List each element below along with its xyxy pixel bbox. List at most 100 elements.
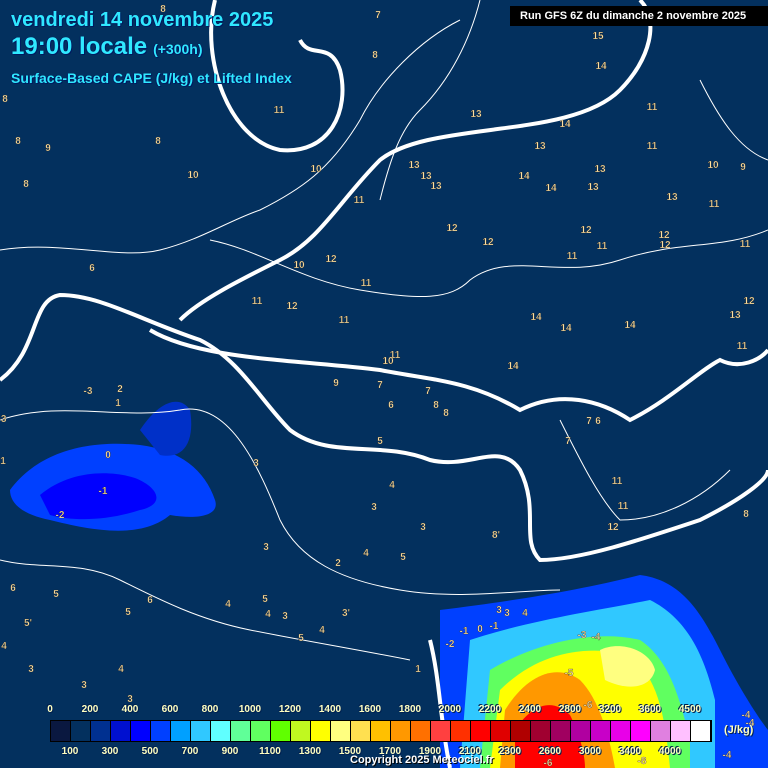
- lifted-index-label: 11: [618, 501, 629, 512]
- legend-swatch: [71, 721, 91, 741]
- forecast-time-value: 19:00 locale: [11, 33, 148, 60]
- lifted-index-label: 3: [420, 522, 426, 533]
- lifted-index-label: -2: [446, 639, 455, 650]
- lifted-index-label: 11: [612, 476, 623, 487]
- legend-label: 4500: [678, 704, 702, 715]
- lifted-index-label: 12: [325, 254, 337, 265]
- weather-map: 8781514811 1311148 8 13 11910 131413 10 9810 131…: [0, 0, 768, 768]
- legend-label: 1100: [259, 746, 281, 757]
- legend-swatch: [691, 721, 711, 741]
- lifted-index-label: 1: [0, 456, 6, 467]
- legend-label: 2800: [558, 704, 582, 715]
- legend-swatch: [351, 721, 371, 741]
- legend-swatch: [531, 721, 551, 741]
- lifted-index-label: 6: [147, 595, 153, 606]
- legend-label: 1400: [318, 704, 342, 715]
- lifted-index-label: 3: [504, 608, 510, 619]
- cape-color-legend: [50, 720, 712, 742]
- lifted-index-label: 0: [105, 450, 111, 461]
- lifted-index-label: 4: [522, 608, 528, 619]
- legend-swatch: [471, 721, 491, 741]
- legend-swatch: [231, 721, 251, 741]
- legend-label: 3600: [638, 704, 662, 715]
- legend-swatch: [431, 721, 451, 741]
- legend-swatch: [291, 721, 311, 741]
- legend-swatch: [171, 721, 191, 741]
- lifted-index-label: 4: [319, 625, 325, 636]
- lifted-index-label: 3: [282, 611, 288, 622]
- lifted-index-label: 7: [565, 436, 571, 447]
- legend-label: 2400: [518, 704, 542, 715]
- copyright: Copyright 2025 Meteociel.fr: [350, 754, 494, 766]
- legend-label: 4000: [658, 746, 682, 757]
- lifted-index-label: 8: [155, 136, 161, 147]
- lifted-index-label: 4: [265, 609, 271, 620]
- legend-label: 2200: [478, 704, 502, 715]
- lifted-index-label: 7: [425, 386, 431, 397]
- forecast-date: vendredi 14 novembre 2025: [11, 9, 274, 31]
- lifted-index-label: 5: [377, 436, 383, 447]
- legend-swatch: [311, 721, 331, 741]
- legend-label: 200: [81, 704, 99, 715]
- lifted-index-label: 14: [560, 323, 572, 334]
- lifted-index-label: 10: [382, 356, 394, 367]
- lifted-index-label: 8: [743, 509, 749, 520]
- legend-swatch: [511, 721, 531, 741]
- legend-swatch: [331, 721, 351, 741]
- lifted-index-label: 5: [298, 633, 304, 644]
- lifted-index-label: 8: [443, 408, 449, 419]
- lifted-index-label: 3': [342, 608, 350, 619]
- lifted-index-label: 8: [15, 136, 21, 147]
- legend-swatch: [371, 721, 391, 741]
- lifted-index-label: 14: [559, 119, 571, 130]
- lifted-index-label: 13: [470, 109, 482, 120]
- legend-label: 1300: [298, 746, 322, 757]
- lifted-index-label: 14: [530, 312, 542, 323]
- legend-swatch: [651, 721, 671, 741]
- lifted-index-label: 7: [377, 380, 383, 391]
- lifted-index-label: 12: [580, 225, 592, 236]
- legend-label: 700: [181, 746, 199, 757]
- legend-label: 2600: [538, 746, 562, 757]
- legend-swatch: [211, 721, 231, 741]
- product-title: Surface-Based CAPE (J/kg) et Lifted Inde…: [11, 70, 292, 86]
- lifted-index-label: 13: [587, 182, 599, 193]
- lifted-index-label: -3: [84, 386, 93, 397]
- lifted-index-label: 9: [45, 143, 51, 154]
- lifted-index-label: 12: [659, 240, 671, 251]
- lifted-index-label: -6: [544, 758, 553, 768]
- lifted-index-label: 11: [647, 141, 658, 152]
- lifted-index-label: 6: [388, 400, 394, 411]
- lifted-index-label: 10: [707, 160, 719, 171]
- lifted-index-label: 7: [586, 416, 592, 427]
- lifted-index-label: 14: [624, 320, 636, 331]
- lifted-index-label: -5: [565, 668, 574, 679]
- legend-swatch: [671, 721, 691, 741]
- legend-swatch: [491, 721, 511, 741]
- legend-label: 1600: [358, 704, 382, 715]
- lifted-index-label: 5': [24, 618, 32, 629]
- lifted-index-label: 4: [389, 480, 395, 491]
- legend-swatch: [551, 721, 571, 741]
- legend-label: 2300: [498, 746, 522, 757]
- legend-label: 600: [161, 704, 179, 715]
- lifted-index-label: 4: [118, 664, 124, 675]
- run-info: Run GFS 6Z du dimanche 2 novembre 2025: [510, 6, 768, 26]
- lifted-index-label: -4: [592, 632, 601, 643]
- lifted-index-label: 9: [740, 162, 746, 173]
- lifted-index-label: 5: [262, 594, 268, 605]
- lifted-index-label: 12: [607, 522, 619, 533]
- lifted-index-label: 1: [415, 664, 421, 675]
- lifted-index-label: 4: [225, 599, 231, 610]
- lifted-index-label: 13: [729, 310, 741, 321]
- lifted-index-label: 13: [430, 181, 442, 192]
- lifted-index-label: 11: [597, 241, 608, 252]
- lifted-index-label: 5: [53, 589, 59, 600]
- legend-label: 100: [61, 746, 79, 757]
- lifted-index-label: 8: [2, 94, 8, 105]
- lifted-index-label: 1: [115, 398, 121, 409]
- forecast-time: 19:00 locale (+300h): [11, 33, 203, 61]
- lifted-index-label: -6: [584, 700, 593, 711]
- lifted-index-label: 6: [595, 416, 601, 427]
- legend-swatch: [571, 721, 591, 741]
